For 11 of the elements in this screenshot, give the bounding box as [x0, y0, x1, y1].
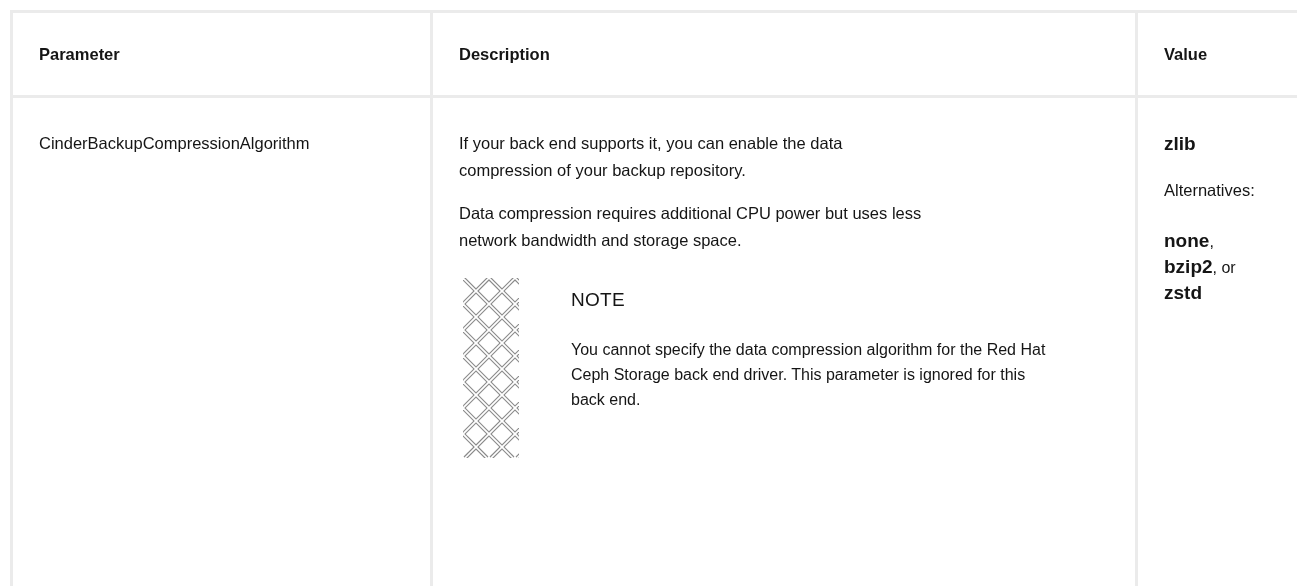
parameter-name: CinderBackupCompressionAlgorithm — [39, 133, 311, 154]
note-text: You cannot specify the data compression algorithm for the Red Hat Ceph Storage back end driver. This parameter is ignored for this back end. — [571, 340, 1047, 410]
description-text: If your back end supports it, you can enable the data compression of your backup repository. — [459, 133, 844, 181]
column-header: Value — [1138, 13, 1297, 98]
description-text: Data compression requires additional CPU power but uses less network bandwidth and storage space. — [459, 203, 923, 251]
alternatives-text: none, bzip2, or zstd — [1164, 229, 1237, 305]
default-value: zlib — [1164, 132, 1197, 156]
column-header: Parameter — [13, 13, 433, 98]
alternatives-label: Alternatives: — [1164, 180, 1256, 201]
column-header: Description — [433, 13, 1138, 98]
note-title: NOTE — [571, 288, 626, 312]
